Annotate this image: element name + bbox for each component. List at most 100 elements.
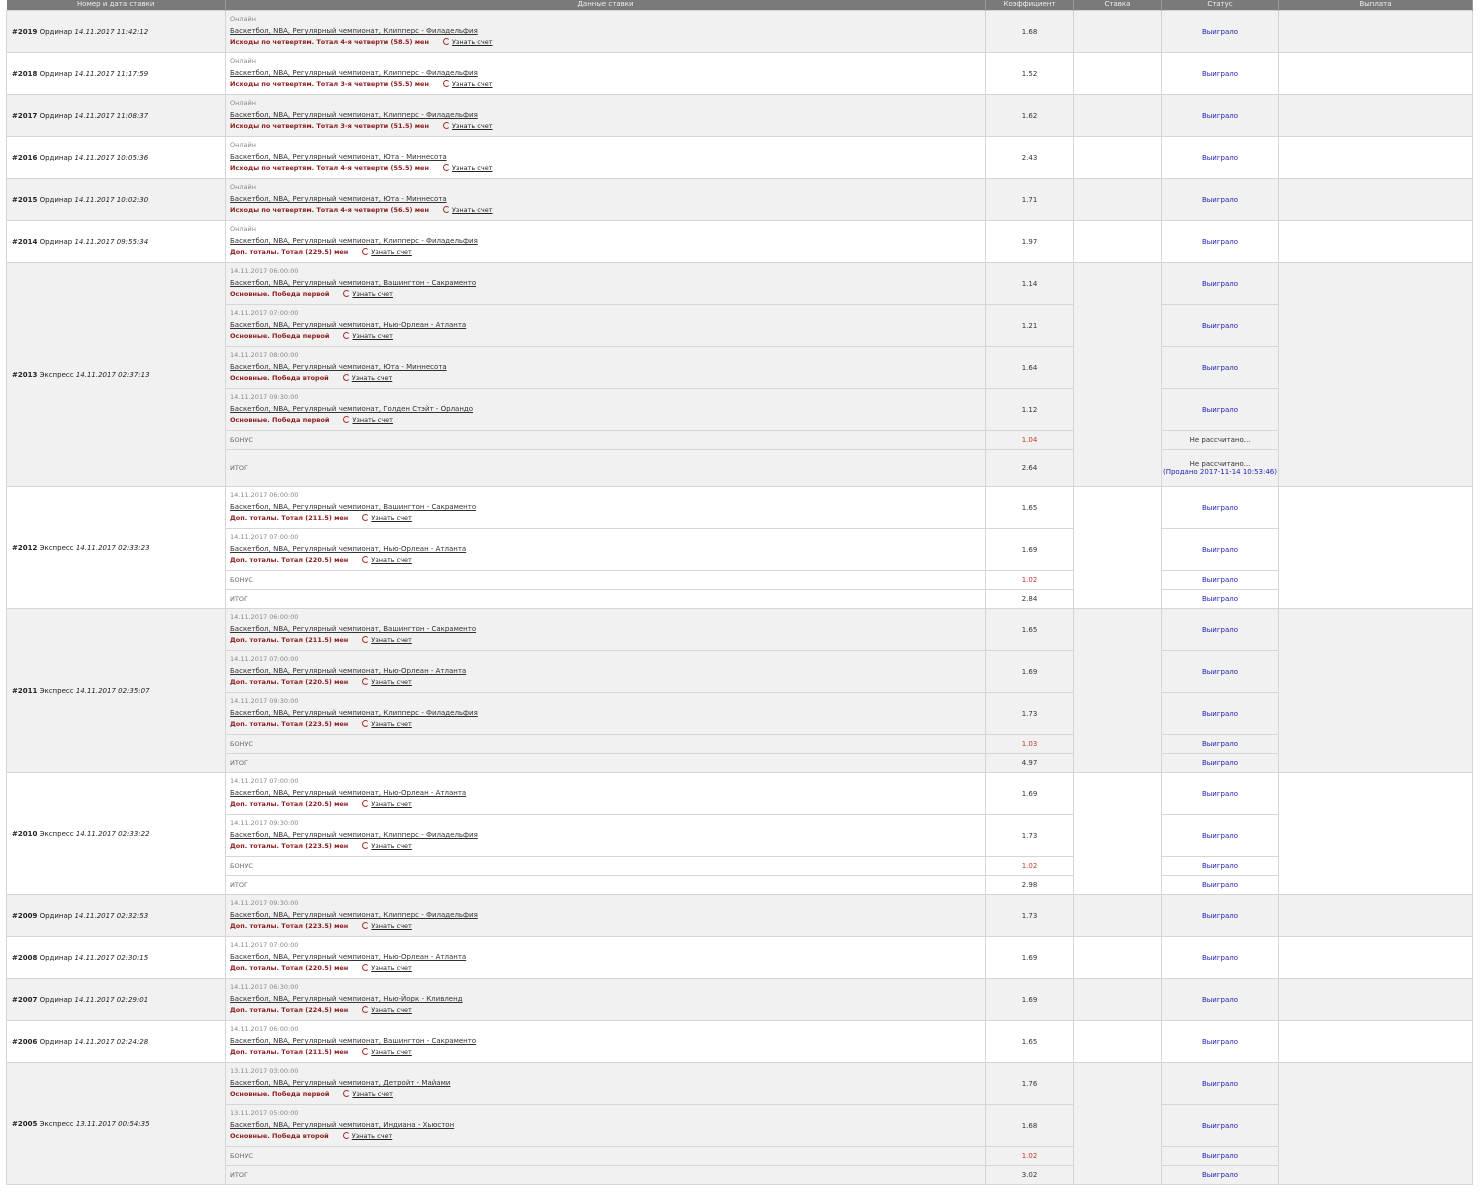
score-link[interactable]: Узнать счет: [362, 636, 412, 644]
refresh-icon[interactable]: [362, 248, 370, 255]
score-link[interactable]: Узнать счет: [362, 678, 412, 686]
event-link[interactable]: Баскетбол, NBA, Регулярный чемпионат, Нь…: [230, 319, 981, 331]
event-link[interactable]: Баскетбол, NBA, Регулярный чемпионат, Кл…: [230, 707, 981, 719]
score-link[interactable]: Узнать счет: [362, 922, 412, 930]
score-label[interactable]: Узнать счет: [452, 38, 493, 46]
refresh-icon[interactable]: [362, 842, 370, 849]
score-link[interactable]: Узнать счет: [362, 964, 412, 972]
score-link[interactable]: Узнать счет: [343, 416, 393, 424]
score-link[interactable]: Узнать счет: [342, 1132, 393, 1140]
refresh-icon[interactable]: [362, 922, 370, 929]
event-link[interactable]: Баскетбол, NBA, Регулярный чемпионат, Нь…: [230, 543, 981, 555]
stake-cell: [1073, 1020, 1162, 1063]
score-link[interactable]: Узнать счет: [343, 1090, 393, 1098]
bonus-row: БОНУС 1.02 Выиграло: [7, 856, 1473, 876]
score-link[interactable]: Узнать счет: [343, 290, 393, 298]
refresh-icon[interactable]: [362, 636, 370, 643]
score-label[interactable]: Узнать счет: [452, 122, 493, 130]
refresh-icon[interactable]: [343, 332, 351, 339]
score-label[interactable]: Узнать счет: [371, 636, 412, 644]
score-label[interactable]: Узнать счет: [371, 720, 412, 728]
event-link[interactable]: Баскетбол, NBA, Регулярный чемпионат, Кл…: [230, 25, 981, 37]
refresh-icon[interactable]: [362, 964, 370, 971]
score-label[interactable]: Узнать счет: [452, 164, 493, 172]
refresh-icon[interactable]: [442, 164, 450, 171]
refresh-icon[interactable]: [442, 38, 450, 45]
event-link[interactable]: Баскетбол, NBA, Регулярный чемпионат, Кл…: [230, 829, 981, 841]
refresh-icon[interactable]: [362, 678, 370, 685]
score-label[interactable]: Узнать счет: [371, 842, 412, 850]
score-link[interactable]: Узнать счет: [362, 1006, 412, 1014]
event-link[interactable]: Баскетбол, NBA, Регулярный чемпионат, Ва…: [230, 277, 981, 289]
score-label[interactable]: Узнать счет: [371, 556, 412, 564]
score-label[interactable]: Узнать счет: [371, 964, 412, 972]
score-link[interactable]: Узнать счет: [362, 514, 412, 522]
score-link[interactable]: Узнать счет: [362, 1048, 412, 1056]
score-label[interactable]: Узнать счет: [452, 206, 493, 214]
event-link[interactable]: Баскетбол, NBA, Регулярный чемпионат, Ва…: [230, 1035, 981, 1047]
score-label[interactable]: Узнать счет: [352, 1132, 393, 1140]
event-link[interactable]: Баскетбол, NBA, Регулярный чемпионат, Нь…: [230, 951, 981, 963]
event-link[interactable]: Баскетбол, NBA, Регулярный чемпионат, Кл…: [230, 235, 981, 247]
score-link[interactable]: Узнать счет: [362, 800, 412, 808]
refresh-icon[interactable]: [362, 1006, 370, 1013]
event-link[interactable]: Баскетбол, NBA, Регулярный чемпионат, Ют…: [230, 151, 981, 163]
refresh-icon[interactable]: [343, 290, 351, 297]
event-link[interactable]: Баскетбол, NBA, Регулярный чемпионат, Ва…: [230, 501, 981, 513]
score-label[interactable]: Узнать счет: [352, 290, 393, 298]
event-link[interactable]: Баскетбол, NBA, Регулярный чемпионат, Ва…: [230, 623, 981, 635]
refresh-icon[interactable]: [342, 374, 350, 381]
score-label[interactable]: Узнать счет: [371, 1048, 412, 1056]
event-link[interactable]: Баскетбол, NBA, Регулярный чемпионат, Ин…: [230, 1119, 981, 1131]
event-link[interactable]: Баскетбол, NBA, Регулярный чемпионат, Ют…: [230, 193, 981, 205]
event-link[interactable]: Баскетбол, NBA, Регулярный чемпионат, Го…: [230, 403, 981, 415]
refresh-icon[interactable]: [343, 1090, 351, 1097]
score-link[interactable]: Узнать счет: [442, 122, 493, 130]
event-link[interactable]: Баскетбол, NBA, Регулярный чемпионат, Нь…: [230, 665, 981, 677]
refresh-icon[interactable]: [442, 80, 450, 87]
score-link[interactable]: Узнать счет: [442, 80, 493, 88]
score-link[interactable]: Узнать счет: [362, 842, 412, 850]
event-link[interactable]: Баскетбол, NBA, Регулярный чемпионат, Нь…: [230, 787, 981, 799]
score-label[interactable]: Узнать счет: [371, 514, 412, 522]
score-label[interactable]: Узнать счет: [371, 248, 412, 256]
event-link[interactable]: Баскетбол, NBA, Регулярный чемпионат, Кл…: [230, 909, 981, 921]
score-label[interactable]: Узнать счет: [371, 800, 412, 808]
score-label[interactable]: Узнать счет: [371, 1006, 412, 1014]
refresh-icon[interactable]: [362, 514, 370, 521]
score-link[interactable]: Узнать счет: [343, 332, 393, 340]
coefficient: 1.69: [985, 936, 1074, 979]
event-subtitle: Онлайн: [230, 141, 256, 149]
event-link[interactable]: Баскетбол, NBA, Регулярный чемпионат, Кл…: [230, 109, 981, 121]
score-label[interactable]: Узнать счет: [371, 922, 412, 930]
refresh-icon[interactable]: [362, 1048, 370, 1055]
outcome-text: Доп. тоталы. Тотал (211.5) мен Узнать сче…: [230, 513, 981, 524]
score-label[interactable]: Узнать счет: [371, 678, 412, 686]
refresh-icon[interactable]: [343, 416, 351, 423]
score-link[interactable]: Узнать счет: [362, 248, 412, 256]
score-link[interactable]: Узнать счет: [442, 164, 493, 172]
score-label[interactable]: Узнать счет: [452, 80, 493, 88]
event-link[interactable]: Баскетбол, NBA, Регулярный чемпионат, Кл…: [230, 67, 981, 79]
score-link[interactable]: Узнать счет: [442, 38, 493, 46]
event-subtitle: Онлайн: [230, 57, 256, 65]
event-link[interactable]: Баскетбол, NBA, Регулярный чемпионат, Де…: [230, 1077, 981, 1089]
score-label[interactable]: Узнать счет: [352, 416, 393, 424]
refresh-icon[interactable]: [342, 1132, 350, 1139]
refresh-icon[interactable]: [442, 206, 450, 213]
score-label[interactable]: Узнать счет: [352, 374, 393, 382]
bet-data-cell: 14.11.2017 06:00:00 Баскетбол, NBA, Регул…: [225, 1020, 986, 1063]
score-link[interactable]: Узнать счет: [362, 720, 412, 728]
event-link[interactable]: Баскетбол, NBA, Регулярный чемпионат, Нь…: [230, 993, 981, 1005]
coefficient: 1.73: [985, 894, 1074, 937]
refresh-icon[interactable]: [362, 800, 370, 807]
refresh-icon[interactable]: [362, 556, 370, 563]
score-link[interactable]: Узнать счет: [342, 374, 393, 382]
score-label[interactable]: Узнать счет: [352, 332, 393, 340]
score-label[interactable]: Узнать счет: [352, 1090, 393, 1098]
refresh-icon[interactable]: [442, 122, 450, 129]
score-link[interactable]: Узнать счет: [442, 206, 493, 214]
refresh-icon[interactable]: [362, 720, 370, 727]
event-link[interactable]: Баскетбол, NBA, Регулярный чемпионат, Ют…: [230, 361, 981, 373]
score-link[interactable]: Узнать счет: [362, 556, 412, 564]
